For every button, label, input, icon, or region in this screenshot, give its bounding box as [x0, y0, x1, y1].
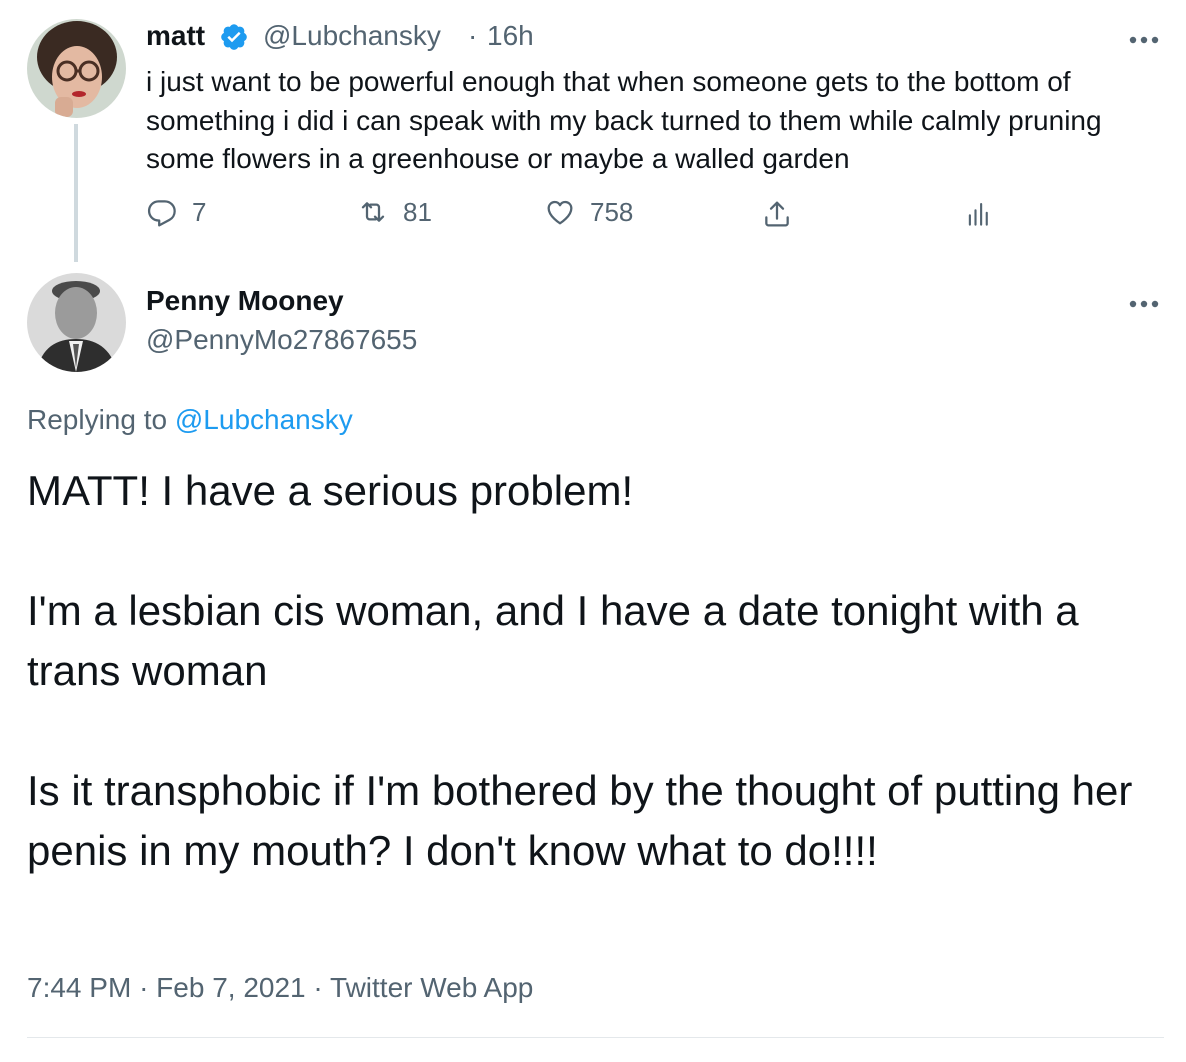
like-count: 758 [590, 196, 634, 227]
tweet-meta: 7:44 PM · Feb 7, 2021 · Twitter Web App [27, 972, 533, 1004]
verified-badge-icon [219, 22, 249, 52]
replying-to-mention[interactable]: @Lubchansky [175, 404, 353, 435]
retweet-count: 81 [403, 196, 432, 227]
thread-connector-line [74, 124, 78, 262]
author-handle[interactable]: @PennyMo27867655 [146, 324, 417, 356]
more-horizontal-icon[interactable] [1128, 296, 1160, 308]
heart-icon [547, 200, 573, 225]
reply-count: 7 [192, 196, 207, 227]
retweet-button[interactable]: 81 [357, 196, 432, 228]
author-handle[interactable]: @Lubchansky [263, 20, 441, 52]
reply-icon [147, 200, 176, 227]
separator: · [468, 20, 478, 51]
more-horizontal-icon[interactable] [1128, 32, 1160, 44]
tweet-paragraph: Is it transphobic if I'm bothered by the… [27, 767, 1133, 874]
share-button[interactable] [761, 198, 793, 230]
share-icon [765, 201, 789, 227]
divider [27, 1037, 1164, 1038]
avatar-penny[interactable] [27, 273, 126, 372]
reply-button[interactable]: 7 [146, 196, 206, 228]
retweet-icon [361, 202, 385, 222]
tweet-date[interactable]: Feb 7, 2021 [156, 972, 305, 1003]
separator: · [313, 972, 323, 1003]
tweet-text: i just want to be powerful enough that w… [146, 66, 1102, 174]
tweet-time[interactable]: 7:44 PM [27, 972, 131, 1003]
analytics-icon [968, 202, 988, 226]
author-name[interactable]: matt [146, 20, 205, 52]
analytics-button[interactable] [963, 198, 993, 230]
tweet-paragraph: I'm a lesbian cis woman, and I have a da… [27, 587, 1079, 694]
tweet-source[interactable]: Twitter Web App [330, 972, 533, 1003]
avatar-image [27, 273, 126, 372]
replying-to-line: Replying to @Lubchansky [27, 404, 353, 436]
tweet-body: MATT! I have a serious problem! I'm a le… [27, 461, 1162, 881]
avatar-matt[interactable] [27, 19, 126, 118]
avatar-image [27, 19, 126, 118]
tweet-time[interactable]: 16h [487, 20, 534, 52]
like-button[interactable]: 758 [544, 196, 633, 228]
tweet-paragraph: MATT! I have a serious problem! [27, 467, 634, 514]
replying-to-label: Replying to [27, 404, 168, 435]
separator: · [139, 972, 149, 1003]
author-name[interactable]: Penny Mooney [146, 285, 344, 317]
